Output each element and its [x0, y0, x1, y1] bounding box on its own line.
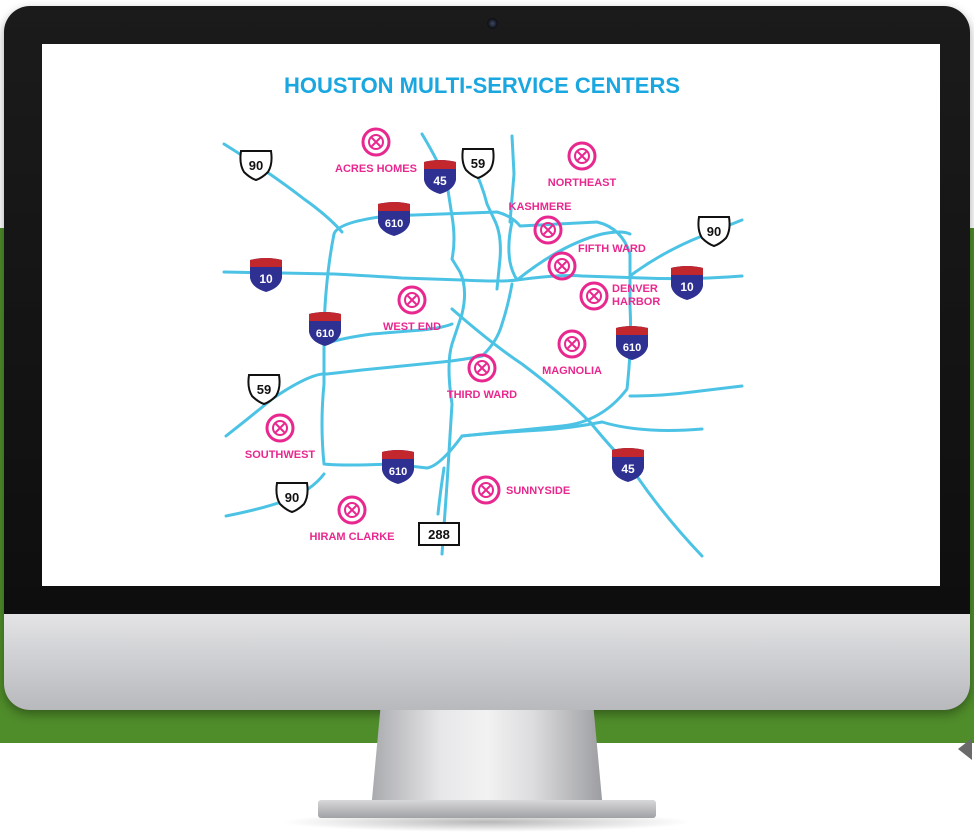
center-label: SOUTHWEST — [245, 449, 316, 461]
svg-text:90: 90 — [707, 224, 721, 239]
center-label: SUNNYSIDE — [506, 485, 570, 497]
center-label: MAGNOLIA — [542, 365, 602, 377]
state-288-shield: 288 — [418, 522, 460, 546]
center-label: NORTHEAST — [548, 177, 617, 189]
svg-text:10: 10 — [680, 280, 694, 294]
houston-map: HOUSTON MULTI-SERVICE CENTERS 45 610 10 … — [210, 56, 750, 578]
svg-text:610: 610 — [385, 218, 403, 230]
monitor-frame: HOUSTON MULTI-SERVICE CENTERS 45 610 10 … — [4, 6, 970, 710]
center-label: FIFTH WARD — [578, 243, 646, 255]
svg-text:90: 90 — [249, 158, 263, 173]
center-label-line-1: DENVER — [612, 283, 658, 295]
svg-text:45: 45 — [433, 174, 447, 188]
monitor-screen: HOUSTON MULTI-SERVICE CENTERS 45 610 10 … — [42, 44, 940, 586]
webcam-icon — [487, 18, 498, 29]
svg-text:59: 59 — [257, 382, 271, 397]
svg-text:10: 10 — [259, 272, 273, 286]
svg-text:610: 610 — [316, 328, 334, 340]
arrow-left-icon[interactable] — [958, 738, 972, 760]
map-title: HOUSTON MULTI-SERVICE CENTERS — [284, 73, 680, 98]
center-label: HIRAM CLARKE — [310, 531, 395, 543]
svg-text:90: 90 — [285, 490, 299, 505]
svg-text:610: 610 — [623, 342, 641, 354]
monitor-stand-neck — [371, 710, 603, 810]
monitor-chin — [4, 614, 970, 710]
svg-text:610: 610 — [389, 466, 407, 478]
svg-text:59: 59 — [471, 156, 485, 171]
svg-text:288: 288 — [428, 527, 450, 542]
monitor-stand-base — [318, 800, 656, 818]
center-label: KASHMERE — [509, 201, 572, 213]
center-label-line-2: HARBOR — [612, 296, 660, 308]
center-label: WEST END — [383, 321, 441, 333]
svg-text:45: 45 — [621, 462, 635, 476]
center-label: ACRES HOMES — [335, 163, 417, 175]
center-label: THIRD WARD — [447, 389, 517, 401]
